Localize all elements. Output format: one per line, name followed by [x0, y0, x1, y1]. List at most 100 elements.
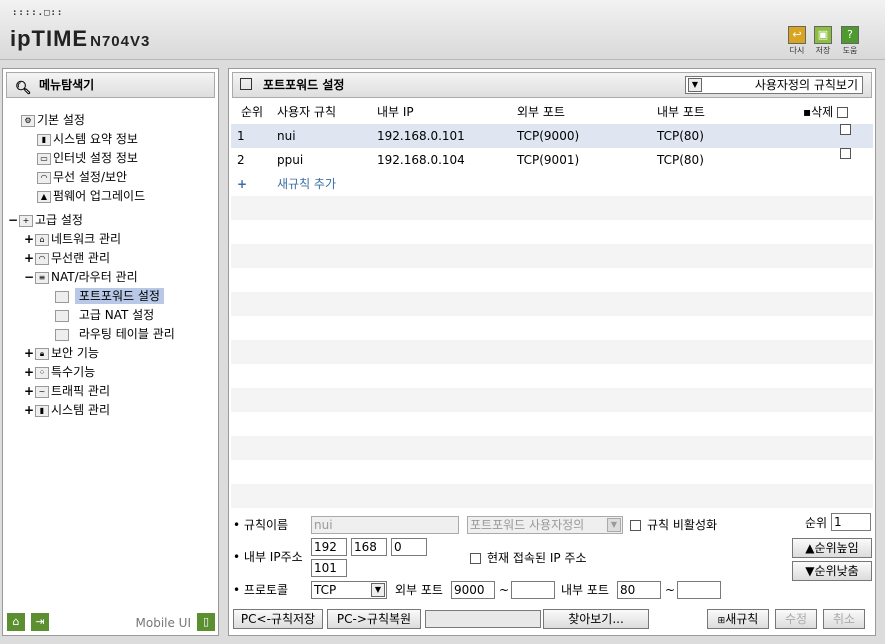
col-ip: 내부 IP: [377, 105, 414, 119]
tree-item-network[interactable]: + ⌂ 네트워크 관리: [23, 230, 121, 248]
current-ip-checkbox[interactable]: [470, 553, 481, 564]
cell-rank: 2: [237, 153, 245, 167]
rank-down-button[interactable]: ▼순위낮춤: [792, 561, 872, 581]
edit-button[interactable]: 수정: [775, 609, 817, 629]
ip-octet-3[interactable]: 0: [391, 538, 427, 556]
save-label: 저장: [815, 46, 831, 55]
col-int-port: 내부 포트: [657, 105, 705, 119]
cell-ext-port: TCP(9000): [517, 129, 580, 143]
current-ip-label: 현재 접속된 IP 주소: [487, 551, 587, 565]
undo-label: 다시: [789, 46, 805, 55]
expand-toggle[interactable]: +: [23, 249, 35, 267]
mobile-ui-link[interactable]: Mobile UI: [136, 616, 192, 630]
protocol-label: • 프로토콜: [233, 583, 289, 597]
add-rule-link[interactable]: 새규칙 추가: [277, 172, 336, 196]
pc-restore-button[interactable]: PC->규칙복원: [327, 609, 421, 629]
delete-checkbox[interactable]: [840, 148, 851, 159]
int-port-to[interactable]: [677, 581, 721, 599]
rule-name-input[interactable]: nui: [311, 516, 459, 534]
cell-int-port: TCP(80): [657, 129, 704, 143]
tree-item-special[interactable]: + ⁘ 특수기능: [23, 363, 95, 381]
special-icon: ⁘: [35, 366, 49, 379]
tree-item-wireless-security[interactable]: ◠ 무선 설정/보안: [37, 168, 127, 186]
ext-port-from[interactable]: 9000: [451, 581, 495, 599]
ip-octet-1[interactable]: 192: [311, 538, 347, 556]
col-name: 사용자 규칙: [277, 105, 337, 119]
expand-toggle[interactable]: +: [23, 382, 35, 400]
folder-settings-icon: ⚙: [21, 114, 35, 127]
tilde: ~: [499, 583, 510, 597]
wireless-icon: ◠: [35, 252, 49, 265]
tree-item-routing-table[interactable]: 라우팅 테이블 관리: [55, 325, 179, 343]
rank-up-button[interactable]: ▲순위높임: [792, 538, 872, 558]
help-button[interactable]: ? 도움: [839, 26, 861, 56]
empty-row: [231, 364, 873, 388]
expand-toggle[interactable]: +: [23, 401, 35, 419]
tree-label: 시스템 요약 정보: [53, 132, 138, 146]
tree-item-basic[interactable]: ⚙ 기본 설정: [21, 111, 85, 129]
int-port-from[interactable]: 80: [617, 581, 661, 599]
tree-item-system-summary[interactable]: ▮ 시스템 요약 정보: [37, 130, 138, 148]
undo-button[interactable]: ↩ 다시: [786, 26, 808, 56]
tree-item-security[interactable]: + 🔒︎ 보안 기능: [23, 344, 99, 362]
cell-name: nui: [277, 129, 296, 143]
delete-all-checkbox[interactable]: [837, 107, 849, 118]
protocol-select[interactable]: TCP ▼: [311, 581, 387, 599]
undo-icon: ↩: [788, 26, 806, 44]
empty-row: [231, 436, 873, 460]
empty-row: [231, 484, 873, 508]
expand-toggle[interactable]: +: [23, 230, 35, 248]
delete-checkbox[interactable]: [840, 124, 851, 135]
sidebar-footer: ⌂ ⇥ Mobile UI ▯: [7, 611, 215, 631]
save-button[interactable]: ▣ 저장: [812, 26, 834, 56]
preset-value: 포트포워드 사용자정의: [470, 518, 585, 532]
system-icon: ▮: [35, 404, 49, 417]
tree-label: 특수기능: [51, 365, 96, 379]
rank-input[interactable]: 1: [831, 513, 871, 531]
empty-row: [231, 220, 873, 244]
browse-button[interactable]: 찾아보기...: [543, 609, 649, 629]
tree-item-port-forward[interactable]: 포트포워드 설정: [55, 287, 164, 305]
add-rule-row[interactable]: + 새규칙 추가: [231, 172, 873, 196]
logout-icon[interactable]: ⇥: [31, 613, 49, 631]
expand-toggle[interactable]: +: [23, 344, 35, 362]
cancel-button[interactable]: 취소: [823, 609, 865, 629]
tilde: ~: [665, 583, 676, 597]
view-select[interactable]: ▼ 사용자정의 규칙보기: [685, 76, 863, 94]
restore-file-field[interactable]: [425, 610, 541, 628]
ip-octet-2[interactable]: 168: [351, 538, 387, 556]
disable-rule-label: 규칙 비활성화: [647, 518, 718, 532]
tree-item-traffic[interactable]: + ~ 트래픽 관리: [23, 382, 110, 400]
ip-label: • 내부 IP주소: [233, 550, 303, 564]
pc-save-button[interactable]: PC<-규칙저장: [233, 609, 323, 629]
expand-toggle[interactable]: +: [23, 363, 35, 381]
preset-select[interactable]: 포트포워드 사용자정의 ▼: [467, 516, 623, 534]
tree-item-wlan[interactable]: + ◠ 무선랜 관리: [23, 249, 110, 267]
chart-icon: ▮: [37, 133, 51, 146]
tree-item-advanced-nat[interactable]: 고급 NAT 설정: [55, 306, 158, 324]
logo-text: ipTIME: [10, 26, 89, 51]
disable-rule-checkbox[interactable]: [630, 520, 641, 531]
tree-item-advanced[interactable]: − + 고급 설정: [7, 211, 83, 229]
new-rule-button[interactable]: ⊞새규칙: [707, 609, 769, 629]
collapse-toggle[interactable]: −: [7, 211, 19, 229]
tree-item-system[interactable]: + ▮ 시스템 관리: [23, 401, 110, 419]
protocol-value: TCP: [314, 583, 337, 597]
collapse-toggle[interactable]: −: [23, 268, 35, 286]
tree-item-nat-router[interactable]: − ≡ NAT/라우터 관리: [23, 268, 138, 286]
header-bar: ::::.□:: ipTIME N704V3 ↩ 다시 ▣ 저장 ? 도움: [0, 0, 885, 60]
tree-item-internet-info[interactable]: ▭ 인터넷 설정 정보: [37, 149, 138, 167]
chevron-down-icon: ▼: [371, 583, 385, 597]
ext-port-to[interactable]: [511, 581, 555, 599]
tree-item-firmware[interactable]: ▲ 펌웨어 업그레이드: [37, 187, 145, 205]
table-row[interactable]: 2 ppui 192.168.0.104 TCP(9001) TCP(80): [231, 148, 873, 172]
help-icon: ?: [841, 26, 859, 44]
ip-octet-4[interactable]: 101: [311, 559, 347, 577]
cell-ext-port: TCP(9001): [517, 153, 580, 167]
table-row[interactable]: 1 nui 192.168.0.101 TCP(9000) TCP(80): [231, 124, 873, 148]
add-icon: +: [237, 177, 248, 191]
tree-label: 무선 설정/보안: [53, 170, 128, 184]
home-icon[interactable]: ⌂: [7, 613, 25, 631]
save-icon: ▣: [814, 26, 832, 44]
mobile-icon[interactable]: ▯: [197, 613, 215, 631]
